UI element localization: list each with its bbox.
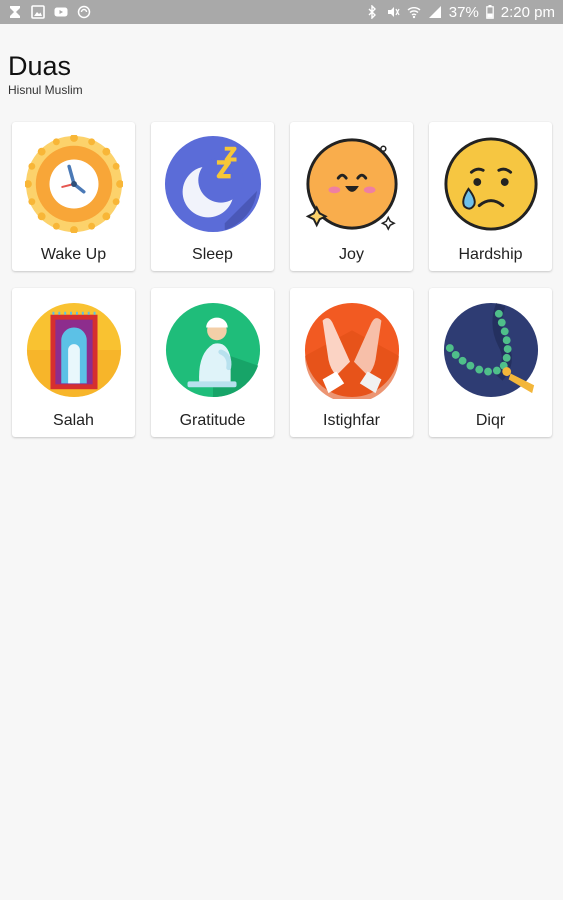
category-label: Joy xyxy=(339,246,364,263)
category-label: Gratitude xyxy=(179,412,246,429)
battery-percent: 37% xyxy=(448,3,479,21)
sad-face-icon xyxy=(444,137,538,231)
page-subtitle: Hisnul Muslim xyxy=(8,83,83,97)
page-title: Duas xyxy=(8,51,72,81)
happy-face-icon xyxy=(305,138,398,231)
wifi-icon xyxy=(407,7,421,19)
signal-icon xyxy=(428,6,441,18)
header: Duas Hisnul Muslim xyxy=(8,50,83,97)
mute-icon xyxy=(387,7,400,17)
category-grid: Wake Up Sleep Joy Hardship Salah Gratitu… xyxy=(12,122,552,437)
category-card-gratitude[interactable]: Gratitude xyxy=(151,288,274,437)
hourglass-icon xyxy=(10,6,20,18)
bluetooth-icon xyxy=(368,5,376,19)
category-card-hardship[interactable]: Hardship xyxy=(429,122,552,271)
gallery-icon xyxy=(31,5,45,19)
category-card-wake-up[interactable]: Wake Up xyxy=(12,122,135,271)
youtube-icon xyxy=(54,7,68,17)
category-card-istighfar[interactable]: Istighfar xyxy=(290,288,413,437)
prayer-beads-icon xyxy=(443,302,539,398)
category-label: Salah xyxy=(53,412,94,429)
category-label: Diqr xyxy=(475,412,506,429)
category-label: Sleep xyxy=(192,246,233,263)
praying-man-icon xyxy=(165,302,261,398)
category-label: Wake Up xyxy=(40,246,107,263)
category-label: Istighfar xyxy=(323,412,380,429)
category-card-sleep[interactable]: Sleep xyxy=(151,122,274,271)
clock-time: 2:20 pm xyxy=(500,3,555,21)
moon-zzz-icon xyxy=(164,135,262,233)
sync-icon xyxy=(77,5,91,19)
category-card-salah[interactable]: Salah xyxy=(12,288,135,437)
battery-icon xyxy=(485,5,494,19)
clock-sun-icon xyxy=(25,135,123,233)
status-bar: 37% 2:20 pm xyxy=(0,0,563,24)
praying-hands-icon xyxy=(304,302,400,399)
prayer-mat-icon xyxy=(26,302,122,398)
category-card-joy[interactable]: Joy xyxy=(290,122,413,271)
category-card-diqr[interactable]: Diqr xyxy=(429,288,552,437)
category-label: Hardship xyxy=(458,246,523,263)
